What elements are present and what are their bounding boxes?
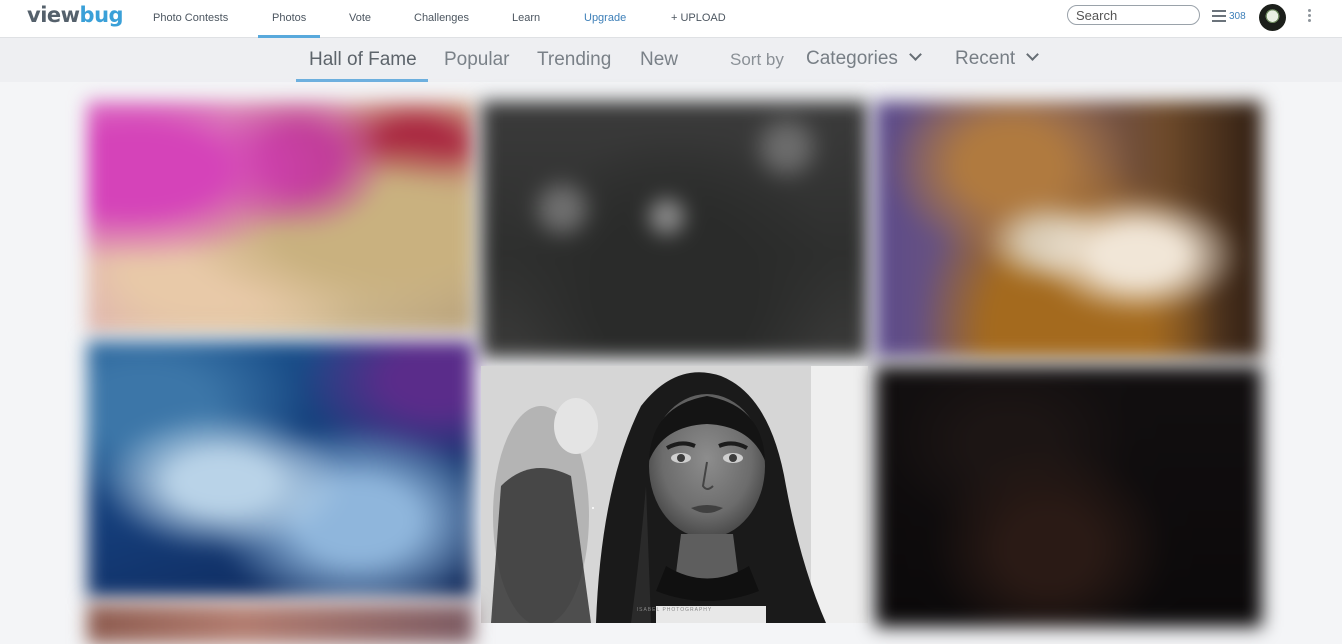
nav-photos[interactable]: Photos	[257, 12, 321, 38]
photo-card[interactable]	[87, 101, 474, 333]
tab-popular[interactable]: Popular	[444, 49, 510, 71]
sort-by-label: Sort by	[730, 50, 784, 69]
recent-label: Recent	[955, 48, 1016, 69]
user-avatar[interactable]	[1259, 4, 1286, 31]
nav-challenges[interactable]: Challenges	[414, 12, 469, 24]
recent-dropdown[interactable]: Recent	[955, 48, 1040, 70]
photo-card[interactable]	[875, 366, 1262, 627]
nav-vote[interactable]: Vote	[349, 12, 371, 24]
photos-subnav: Hall of Fame Popular Trending New Sort b…	[0, 38, 1342, 82]
photo-card[interactable]	[87, 341, 474, 598]
nav-upload[interactable]: + UPLOAD	[671, 12, 726, 24]
photo-card-portrait[interactable]: ISABEL PHOTOGRAPHY	[481, 366, 868, 623]
nav-upgrade[interactable]: Upgrade	[584, 12, 626, 24]
search-input[interactable]	[1067, 5, 1200, 25]
logo-text-bug: bug	[79, 3, 124, 27]
tab-trending[interactable]: Trending	[537, 49, 611, 71]
nav-learn[interactable]: Learn	[512, 12, 540, 24]
vertical-dots-icon[interactable]	[1308, 9, 1312, 24]
categories-label: Categories	[806, 48, 898, 69]
top-navbar: viewbug Photo Contests Photos Vote Chall…	[0, 0, 1342, 38]
tab-hall-of-fame[interactable]: Hall of Fame	[296, 49, 428, 82]
viewbug-logo[interactable]: viewbug	[27, 3, 124, 27]
chevron-down-icon	[1026, 48, 1040, 61]
photo-card[interactable]	[875, 101, 1262, 358]
logo-text-view: view	[27, 3, 80, 27]
photo-card[interactable]	[481, 101, 868, 358]
categories-dropdown[interactable]: Categories	[806, 48, 922, 70]
photo-card[interactable]	[87, 604, 474, 644]
notification-count[interactable]: 308	[1229, 11, 1246, 22]
photo-watermark: ISABEL PHOTOGRAPHY	[636, 607, 713, 613]
tab-new[interactable]: New	[640, 49, 678, 71]
nav-photo-contests[interactable]: Photo Contests	[153, 12, 228, 24]
chevron-down-icon	[909, 48, 922, 61]
hamburger-icon[interactable]	[1212, 10, 1226, 22]
portrait-photo	[481, 366, 868, 623]
